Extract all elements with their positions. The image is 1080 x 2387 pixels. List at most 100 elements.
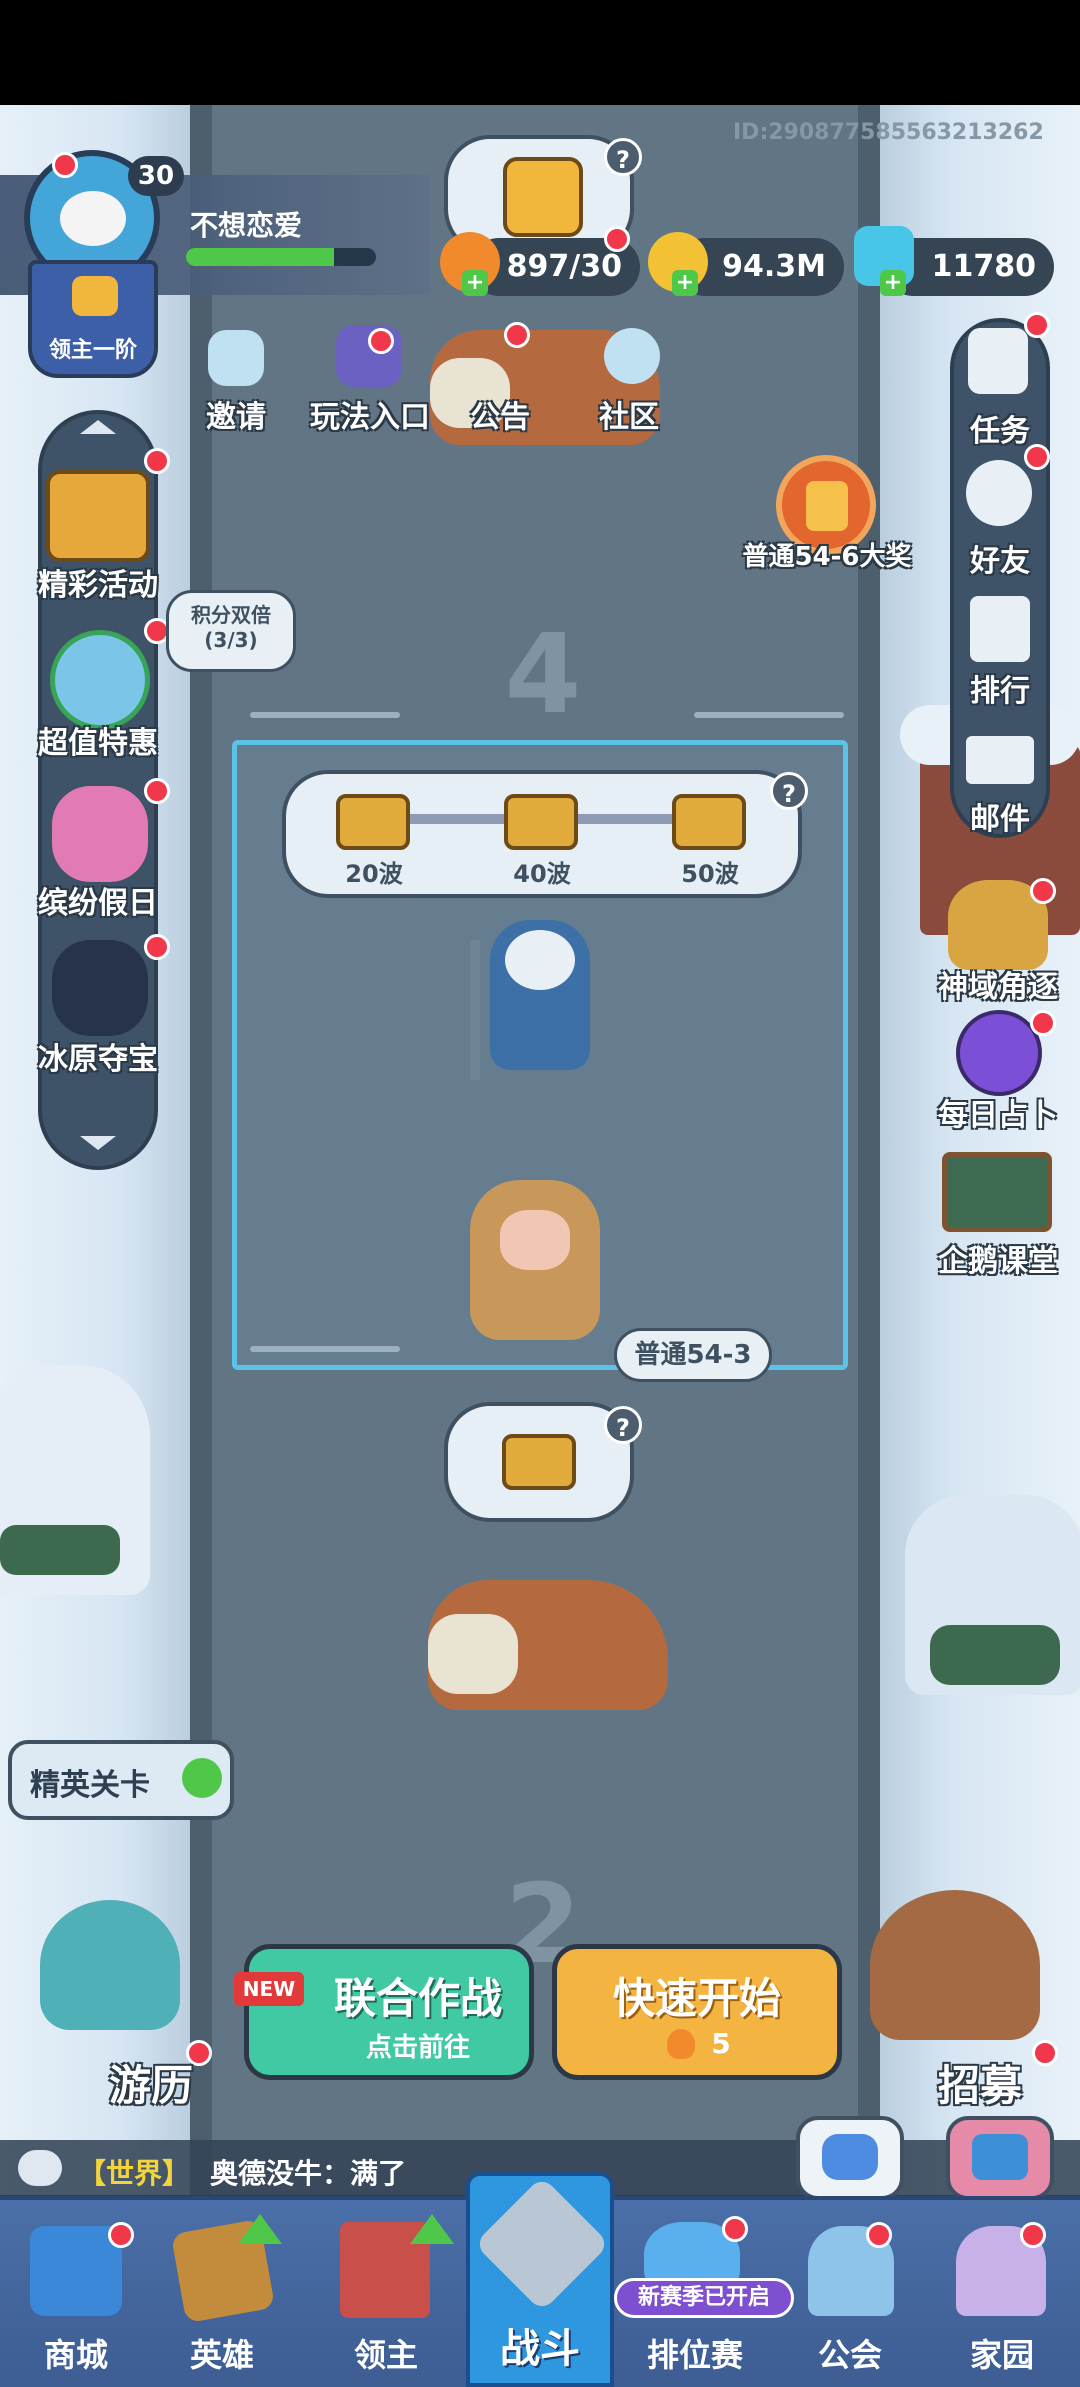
- rank-badge-label: 领主一阶: [48, 338, 137, 363]
- domain-alert-dot: [1030, 878, 1056, 904]
- crystal-icon: [806, 481, 848, 531]
- status-bar: [0, 0, 1080, 105]
- chalkboard-icon[interactable]: [942, 1152, 1052, 1232]
- chat-bubble-icon[interactable]: [18, 2150, 62, 2186]
- nav-guild[interactable]: 公会: [790, 2330, 910, 2376]
- gameplay-alert-dot: [368, 328, 394, 354]
- friends-alert-dot: [1024, 444, 1050, 470]
- stage-chest-icon: [502, 1434, 576, 1490]
- events-label[interactable]: 精彩活动: [20, 560, 176, 604]
- wave-chest-icon[interactable]: [504, 794, 578, 850]
- quick-start-title: 快速开始: [612, 1974, 781, 2023]
- scroll-down-arrow-icon[interactable]: [80, 1136, 116, 1150]
- upgrade-arrow-icon: [410, 2214, 454, 2244]
- points-double-bubble[interactable]: 积分双倍 (3/3): [166, 590, 296, 672]
- wolf-skull-mask: [428, 1614, 518, 1694]
- stamina-add-icon[interactable]: +: [462, 270, 488, 296]
- wave-chest-icon[interactable]: [672, 794, 746, 850]
- daily-fortune-label[interactable]: 每日占卜: [928, 1090, 1068, 1134]
- notice-label[interactable]: 公告: [460, 392, 540, 436]
- community-icon: [604, 328, 660, 384]
- nav-home[interactable]: 家园: [942, 2330, 1062, 2376]
- recruit-label[interactable]: 招募: [920, 2052, 1040, 2113]
- clipboard-icon[interactable]: [968, 328, 1028, 394]
- treasure-label[interactable]: 冰原夺宝: [20, 1034, 176, 1078]
- stage-chest-help-icon[interactable]: ?: [604, 1406, 642, 1444]
- holiday-label[interactable]: 缤纷假日: [20, 878, 176, 922]
- quick-start-button[interactable]: 快速开始 5: [552, 1944, 842, 2080]
- player-name: 不想恋爱: [190, 209, 303, 242]
- rank-badge-banner[interactable]: 领主一阶: [28, 260, 158, 378]
- clock-icon[interactable]: [50, 630, 150, 730]
- nav-battle-label: 战斗: [500, 2326, 580, 2372]
- coop-battle-button[interactable]: 联合作战 点击前往: [244, 1944, 534, 2080]
- points-double-title: 积分双倍: [191, 603, 271, 627]
- nav-battle-tab[interactable]: 战斗: [466, 2172, 614, 2387]
- home-alert-dot: [1020, 2222, 1046, 2248]
- nav-lord[interactable]: 领主: [326, 2330, 446, 2376]
- ranked-alert-dot: [722, 2216, 748, 2242]
- current-stage-label[interactable]: 普通54-3: [614, 1328, 772, 1382]
- coop-battle-subtitle: 点击前往: [365, 2033, 470, 2063]
- hot-air-balloon-icon[interactable]: [40, 1900, 180, 2030]
- stamina-value: 897/30: [506, 249, 622, 284]
- crown-icon: [72, 276, 118, 316]
- friends-label[interactable]: 好友: [948, 536, 1052, 580]
- stamina-alert-dot: [604, 226, 630, 252]
- elite-stage-button[interactable]: 精英关卡: [8, 1740, 234, 1820]
- refresh-icon: [182, 1758, 222, 1798]
- player-id-text: ID:290877585563213262: [733, 120, 1044, 145]
- guild-alert-dot: [866, 2222, 892, 2248]
- travel-label[interactable]: 游历: [96, 2052, 206, 2113]
- leaderboard-icon[interactable]: [970, 596, 1030, 662]
- gold-add-icon[interactable]: +: [672, 270, 698, 296]
- gold-value: 94.3M: [722, 249, 826, 284]
- next-stage-number: 4: [504, 610, 582, 738]
- invite-button[interactable]: [198, 330, 278, 400]
- holiday-girl-icon[interactable]: [52, 786, 148, 882]
- path-dash: [694, 712, 844, 718]
- recruit-dwarf-icon[interactable]: [870, 1890, 1040, 2040]
- friends-icon[interactable]: [966, 460, 1032, 526]
- scroll-up-arrow-icon[interactable]: [80, 420, 116, 434]
- big-reward-label[interactable]: 普通54-6大奖: [722, 536, 932, 573]
- chat-channel: 【世界】: [78, 2157, 191, 2190]
- shop-alert-dot: [108, 2222, 134, 2248]
- avatar-alert-dot: [52, 152, 78, 178]
- mail-label[interactable]: 邮件: [948, 794, 1052, 838]
- nav-shop[interactable]: 商城: [16, 2330, 136, 2376]
- leaderboard-label[interactable]: 排行: [948, 666, 1052, 710]
- elite-stage-label: 精英关卡: [30, 1768, 150, 1803]
- holiday-alert-dot: [144, 778, 170, 804]
- coop-battle-title: 联合作战: [333, 1974, 502, 2023]
- wave-help-icon[interactable]: ?: [770, 772, 808, 810]
- gameplay-entry-label: 玩法入口: [310, 400, 430, 435]
- mail-icon[interactable]: [966, 736, 1034, 784]
- knight-helmet: [505, 930, 575, 990]
- event-chest-icon[interactable]: [46, 470, 150, 562]
- wave-chest-icon[interactable]: [336, 794, 410, 850]
- community-button[interactable]: [596, 328, 666, 398]
- road-edge-right: [858, 105, 880, 2195]
- player-xp-bar: [186, 248, 376, 266]
- anubis-icon[interactable]: [52, 940, 148, 1036]
- upgrade-arrow-icon: [238, 2214, 282, 2244]
- domain-contest-label[interactable]: 神域角逐: [928, 962, 1068, 1006]
- path-dash: [250, 1346, 400, 1352]
- notice-alert-dot: [504, 322, 530, 348]
- key-help-icon[interactable]: ?: [604, 138, 642, 176]
- wave-reward-label: 20波: [345, 860, 403, 888]
- penguin-class-label[interactable]: 企鹅课堂: [924, 1236, 1072, 1280]
- fortune-alert-dot: [1030, 1010, 1056, 1036]
- handshake-button[interactable]: [796, 2116, 904, 2200]
- nav-hero[interactable]: 英雄: [162, 2330, 282, 2376]
- new-badge: NEW: [234, 1972, 304, 2006]
- deals-label[interactable]: 超值特惠: [20, 718, 176, 762]
- knight-staff: [470, 940, 480, 1080]
- nav-ranked[interactable]: 排位赛: [630, 2330, 760, 2376]
- chat-message: 奥德没牛：满了: [210, 2157, 407, 2190]
- gem-value: 11780: [931, 249, 1036, 284]
- gem-add-icon[interactable]: +: [880, 270, 906, 296]
- treasure-chest-button[interactable]: [946, 2116, 1054, 2200]
- avatar-face: [60, 191, 126, 246]
